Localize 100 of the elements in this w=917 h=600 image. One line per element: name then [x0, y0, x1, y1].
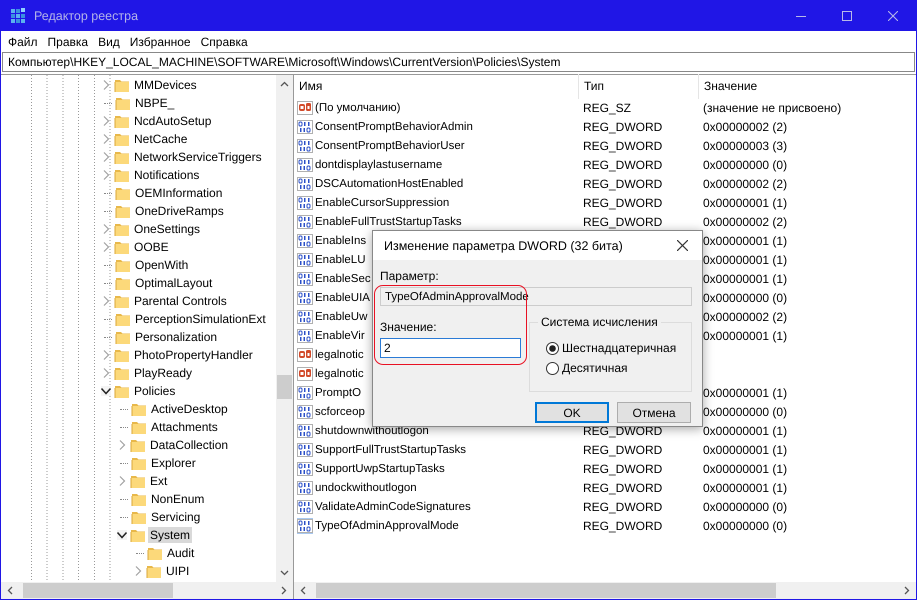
expand-chevron-icon[interactable]	[101, 296, 111, 306]
tree-item[interactable]: NetworkServiceTriggers	[132, 149, 264, 165]
expand-chevron-icon[interactable]	[117, 476, 127, 486]
vertical-scrollbar[interactable]	[276, 75, 293, 582]
value-name[interactable]: shutdownwithoutlogon	[315, 424, 583, 436]
value-name[interactable]: EnableFullTrustStartupTasks	[315, 216, 583, 228]
tree-item[interactable]: OpenWith	[133, 257, 190, 273]
tree-item[interactable]: MMDevices	[132, 77, 199, 93]
expand-chevron-icon[interactable]	[101, 134, 111, 144]
tree-item[interactable]: PhotoPropertyHandler	[132, 347, 255, 363]
folder-icon	[131, 401, 147, 417]
horizontal-scrollbar[interactable]	[1, 582, 293, 599]
folder-icon	[115, 185, 131, 201]
folder-icon	[130, 437, 146, 453]
tree-item[interactable]: PlayReady	[132, 365, 194, 381]
expand-chevron-icon[interactable]	[101, 224, 111, 234]
expand-chevron-icon[interactable]	[101, 116, 111, 126]
scroll-left-icon[interactable]	[300, 586, 306, 595]
value-type: REG_DWORD	[583, 424, 664, 438]
folder-icon	[130, 527, 146, 543]
tree-item[interactable]: Explorer	[149, 455, 198, 471]
tree-item[interactable]: Notifications	[132, 167, 202, 183]
collapse-chevron-icon[interactable]	[117, 530, 127, 540]
tree-item[interactable]: System	[148, 527, 192, 543]
expand-chevron-icon[interactable]	[101, 242, 111, 252]
tree-item[interactable]: Attachments	[149, 419, 220, 435]
tree-item[interactable]: Ext	[148, 473, 170, 489]
scroll-left-icon[interactable]	[7, 586, 13, 595]
expand-chevron-icon[interactable]	[101, 170, 111, 180]
horizontal-scrollbar[interactable]	[294, 582, 916, 599]
value-data: 0x00000002 (2)	[703, 214, 788, 228]
scroll-up-icon[interactable]	[280, 81, 289, 87]
scrollbar-thumb[interactable]	[277, 375, 292, 399]
value-name[interactable]: SupportFullTrustStartupTasks	[315, 444, 583, 456]
expand-chevron-icon[interactable]	[101, 350, 111, 360]
menu-item[interactable]: Файл	[3, 34, 43, 48]
folder-icon	[115, 275, 131, 291]
value-type: REG_DWORD	[583, 518, 664, 532]
radio-button[interactable]	[546, 342, 559, 354]
scrollbar-thumb[interactable]	[316, 583, 776, 598]
radio-label[interactable]: Десятичная	[562, 361, 628, 375]
tree-item[interactable]: ActiveDesktop	[149, 401, 230, 417]
value-data: 0x00000000 (0)	[703, 500, 788, 514]
value-data: 0x00000001 (1)	[703, 386, 788, 400]
menu-item[interactable]: Избранное	[124, 34, 196, 48]
menu-item[interactable]: Правка	[42, 34, 94, 48]
expand-chevron-icon[interactable]	[101, 368, 111, 378]
tree-item[interactable]: PerceptionSimulationExt	[133, 311, 268, 327]
scroll-right-icon[interactable]	[904, 586, 910, 595]
value-name[interactable]: (По умолчанию)	[315, 102, 583, 114]
folder-icon	[131, 419, 147, 435]
tree-item[interactable]: Servicing	[149, 509, 202, 525]
tree-item[interactable]: OneSettings	[132, 221, 202, 237]
menu-item[interactable]: Вид	[93, 34, 125, 48]
value-name[interactable]: undockwithoutlogon	[315, 482, 583, 494]
column-header[interactable]: Значение	[699, 74, 758, 99]
tree-item[interactable]: OEMInformation	[133, 185, 224, 201]
ok-button[interactable]: OK	[535, 402, 609, 423]
expand-chevron-icon[interactable]	[117, 440, 127, 450]
radio-button[interactable]	[546, 362, 559, 374]
folder-icon	[115, 311, 131, 327]
tree-item[interactable]: NonEnum	[149, 491, 206, 507]
column-header[interactable]: Имя	[294, 74, 579, 99]
address-bar[interactable]: Компьютер\HKEY_LOCAL_MACHINE\SOFTWARE\Microsoft\Windows\CurrentVersion\Policies\System	[2, 52, 915, 72]
collapse-chevron-icon[interactable]	[101, 386, 111, 396]
value-name[interactable]: DSCAutomationHostEnabled	[315, 178, 583, 190]
scroll-down-icon[interactable]	[280, 570, 289, 576]
value-type: REG_DWORD	[583, 158, 664, 172]
tree-item[interactable]: OneDriveRamps	[133, 203, 226, 219]
value-type: REG_DWORD	[583, 196, 664, 210]
tree-item[interactable]: Policies	[132, 383, 178, 399]
value-name[interactable]: ConsentPromptBehaviorAdmin	[315, 120, 583, 132]
radio-label[interactable]: Шестнадцатеричная	[562, 341, 676, 355]
tree-item[interactable]: UIPI	[164, 563, 192, 579]
tree-item[interactable]: NcdAutoSetup	[132, 113, 214, 129]
tree-item[interactable]: Parental Controls	[132, 293, 229, 309]
tree-item[interactable]: OptimalLayout	[133, 275, 214, 291]
expand-chevron-icon[interactable]	[133, 566, 143, 576]
expand-chevron-icon[interactable]	[101, 152, 111, 162]
expand-chevron-icon[interactable]	[101, 80, 111, 90]
value-name[interactable]: ValidateAdminCodeSignatures	[315, 500, 583, 512]
value-input[interactable]: 2	[380, 338, 521, 358]
scrollbar-thumb[interactable]	[23, 583, 173, 598]
tree-item[interactable]: NBPE_	[133, 95, 176, 111]
tree-item[interactable]: OOBE	[132, 239, 171, 255]
value-name[interactable]: SupportUwpStartupTasks	[315, 462, 583, 474]
tree-item[interactable]: Personalization	[133, 329, 220, 345]
value-name[interactable]: ConsentPromptBehaviorUser	[315, 140, 583, 152]
tree-item[interactable]: Audit	[165, 545, 196, 561]
tree-item[interactable]: DataCollection	[148, 437, 230, 453]
cancel-button[interactable]: Отмена	[617, 402, 691, 423]
value-name[interactable]: dontdisplaylastusername	[315, 158, 583, 170]
value-data: 0x00000001 (1)	[703, 442, 788, 456]
value-type: REG_SZ	[583, 100, 632, 114]
menu-item[interactable]: Справка	[196, 34, 253, 48]
value-name[interactable]: TypeOfAdminApprovalMode	[315, 520, 583, 532]
value-name[interactable]: EnableCursorSuppression	[315, 196, 583, 208]
tree-item[interactable]: NetCache	[132, 131, 190, 147]
column-header[interactable]: Тип	[579, 74, 699, 99]
scroll-right-icon[interactable]	[281, 586, 287, 595]
